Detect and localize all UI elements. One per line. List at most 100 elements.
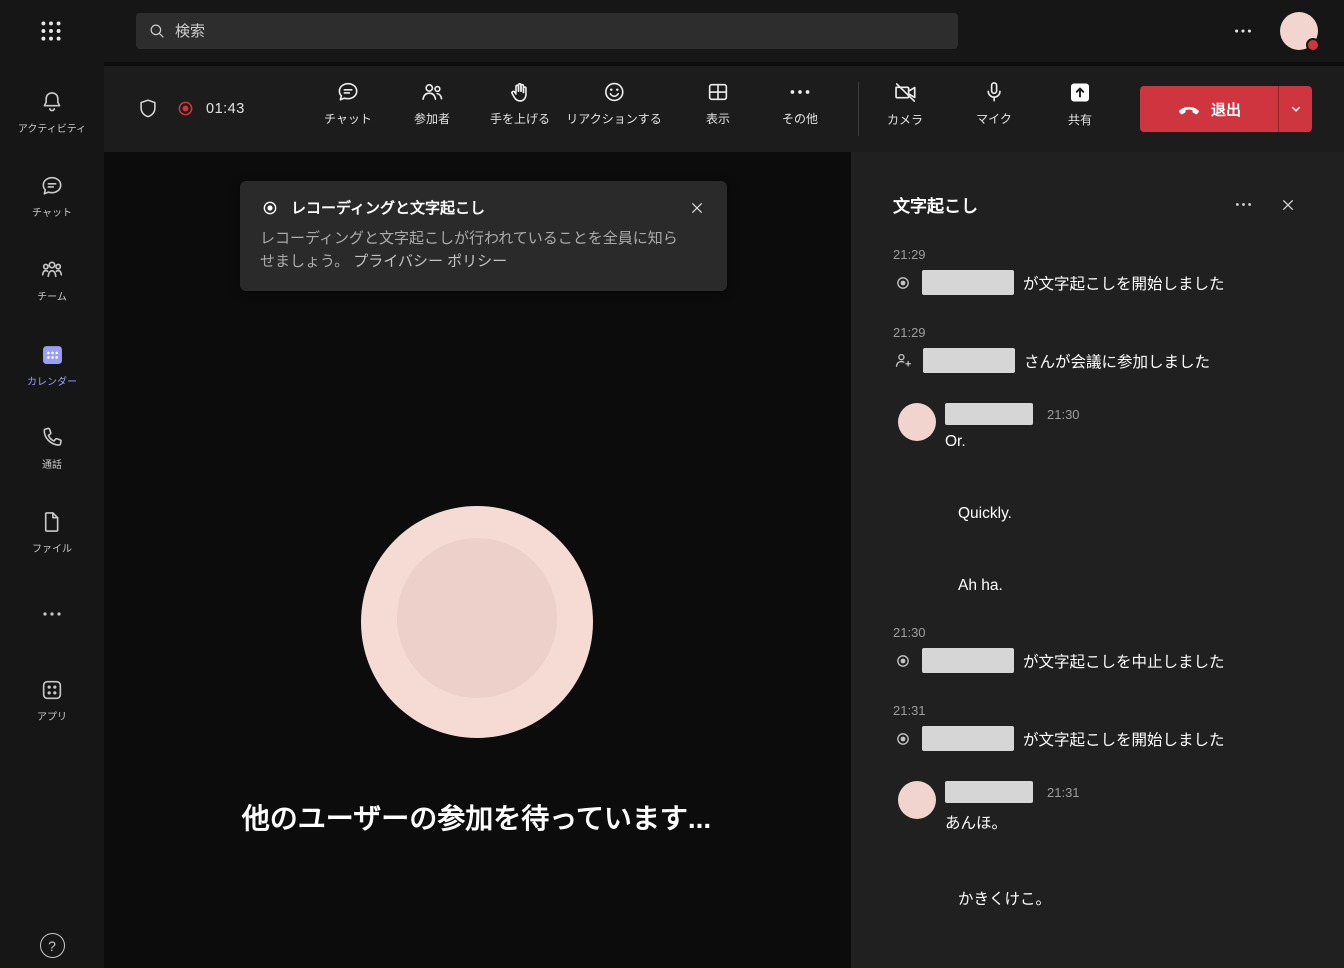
more-actions-button-label: その他	[782, 110, 818, 127]
transcript-text: あんほ。	[945, 811, 1080, 833]
app-rail: アクティビティ チャット チーム カレンダー 通話 ファイル アプリ	[0, 62, 104, 968]
app-launcher-button[interactable]	[38, 18, 64, 44]
transcript-panel-title: 文字起こし	[893, 192, 978, 217]
leave-options-button[interactable]	[1279, 86, 1312, 132]
avatar-inner-circle	[397, 538, 557, 698]
sidebar-item-teams[interactable]: チーム	[0, 238, 104, 322]
camera-button-label: カメラ	[887, 111, 923, 128]
sidebar-item-chat[interactable]: チャット	[0, 154, 104, 238]
sidebar-item-apps[interactable]: アプリ	[0, 658, 104, 742]
person-add-icon	[893, 350, 914, 371]
more-icon	[1232, 20, 1254, 42]
redacted-participant-name	[922, 726, 1014, 751]
transcript-system-event: が文字起こしを開始しました	[893, 726, 1300, 751]
more-icon	[787, 79, 813, 105]
user-avatar[interactable]	[1280, 12, 1318, 50]
transcript-message: 21:30 Or.	[893, 403, 1300, 451]
app-top-bar	[0, 0, 1344, 62]
sidebar-item-calendar[interactable]: カレンダー	[0, 322, 104, 406]
waiting-message: 他のユーザーの参加を待っています...	[104, 797, 849, 837]
raise-hand-button-label: 手を上げる	[490, 110, 550, 127]
sidebar-item-calls[interactable]: 通話	[0, 406, 104, 490]
privacy-policy-link[interactable]: プライバシー ポリシー	[353, 253, 507, 270]
smiley-icon	[601, 79, 627, 105]
record-icon	[260, 198, 280, 218]
sidebar-item-activity[interactable]: アクティビティ	[0, 70, 104, 154]
transcript-scroll-area[interactable]: 21:29 が文字起こしを開始しました 21:29 さんが会議に参加しました	[851, 217, 1344, 961]
view-button[interactable]: 表示	[705, 79, 731, 127]
raise-hand-button[interactable]: 手を上げる	[490, 79, 550, 127]
transcript-timestamp: 21:31	[1047, 785, 1080, 800]
record-icon	[893, 729, 913, 749]
sidebar-item-label: ファイル	[32, 540, 72, 555]
more-actions-button[interactable]: その他	[782, 79, 818, 127]
raise-hand-icon	[507, 79, 533, 105]
transcript-panel-header: 文字起こし	[851, 152, 1344, 217]
view-button-label: 表示	[706, 110, 730, 127]
sidebar-item-label: チャット	[32, 204, 72, 219]
chat-icon	[39, 173, 65, 199]
participant-avatar-placeholder	[361, 506, 593, 738]
transcript-more-button[interactable]	[1233, 194, 1254, 215]
redacted-speaker-name	[945, 403, 1033, 425]
search-box[interactable]	[136, 13, 958, 49]
help-button[interactable]: ?	[0, 933, 104, 958]
waffle-icon	[38, 18, 64, 44]
transcript-timestamp: 21:30	[893, 625, 1300, 640]
meeting-timer: 01:43	[206, 101, 245, 117]
redacted-participant-name	[923, 348, 1015, 373]
share-button[interactable]: 共有	[1067, 79, 1094, 128]
shield-icon	[136, 97, 160, 121]
sidebar-item-more[interactable]	[0, 574, 104, 658]
leave-phone-icon	[1177, 97, 1201, 121]
transcript-text: かきくけこ。	[958, 887, 1300, 909]
recording-indicator	[175, 98, 196, 119]
redacted-participant-name	[922, 648, 1014, 673]
transcript-text: Ah ha.	[958, 577, 1300, 595]
leave-button[interactable]: 退出	[1140, 86, 1278, 132]
file-icon	[39, 509, 65, 535]
sidebar-item-label: カレンダー	[27, 373, 77, 388]
transcript-message: 21:31 あんほ。	[893, 781, 1300, 833]
apps-icon	[39, 677, 65, 703]
chat-button[interactable]: チャット	[324, 79, 372, 127]
search-input[interactable]	[175, 23, 946, 40]
redacted-participant-name	[922, 270, 1014, 295]
transcript-close-button[interactable]	[1278, 195, 1298, 215]
banner-close-button[interactable]	[687, 198, 707, 218]
close-icon	[687, 198, 707, 218]
react-button[interactable]: リアクションする	[566, 79, 661, 127]
system-event-text: が文字起こしを開始しました	[1023, 272, 1225, 294]
mic-button[interactable]: マイク	[976, 79, 1012, 127]
mic-button-label: マイク	[976, 110, 1012, 127]
transcript-timestamp: 21:29	[893, 247, 1300, 262]
recording-notice-banner: レコーディングと文字起こし レコーディングと文字起こしが行われていることを全員に…	[240, 181, 727, 291]
transcript-text: Quickly.	[958, 505, 1300, 523]
more-icon	[40, 602, 64, 626]
mic-icon	[981, 79, 1007, 105]
transcript-text: Or.	[945, 433, 1080, 451]
system-event-text: が文字起こしを開始しました	[1023, 728, 1225, 750]
transcript-timestamp: 21:31	[893, 703, 1300, 718]
transcript-system-event: が文字起こしを開始しました	[893, 270, 1300, 295]
topbar-more-button[interactable]	[1232, 20, 1254, 42]
security-shield-button[interactable]	[136, 97, 160, 121]
leave-button-label: 退出	[1211, 99, 1241, 120]
participants-icon	[419, 79, 445, 105]
participant-avatar	[898, 403, 936, 441]
camera-off-icon	[891, 79, 918, 106]
transcript-timestamp: 21:29	[893, 325, 1300, 340]
leave-button-group: 退出	[1140, 86, 1312, 132]
chevron-down-icon	[1286, 99, 1306, 119]
sidebar-item-label: 通話	[42, 456, 62, 471]
participants-button[interactable]: 参加者	[414, 79, 450, 127]
share-button-label: 共有	[1068, 111, 1092, 128]
sidebar-item-files[interactable]: ファイル	[0, 490, 104, 574]
transcript-system-event: さんが会議に参加しました	[893, 348, 1300, 373]
bell-icon	[39, 89, 65, 115]
participants-button-label: 参加者	[414, 110, 450, 127]
camera-button[interactable]: カメラ	[887, 79, 923, 128]
calendar-icon	[39, 341, 66, 368]
presence-busy-indicator	[1306, 38, 1320, 52]
teams-people-icon	[39, 257, 65, 283]
